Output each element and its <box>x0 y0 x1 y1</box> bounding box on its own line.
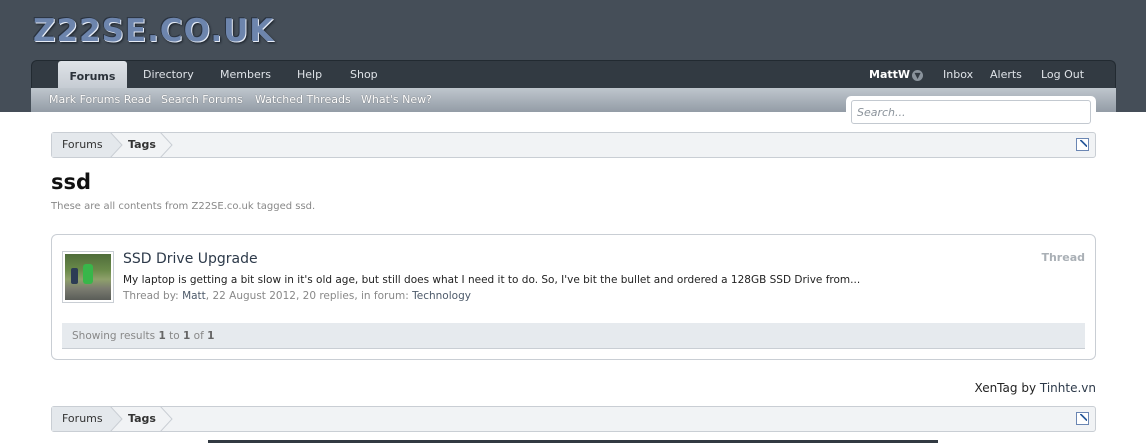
search-container <box>846 96 1096 128</box>
meta-prefix: Thread by: <box>123 290 179 302</box>
results-to: 1 <box>182 330 191 342</box>
search-results: SSD Drive Upgrade Thread My laptop is ge… <box>51 234 1096 360</box>
mark-forums-read-link[interactable]: Mark Forums Read <box>49 88 151 112</box>
author-link[interactable]: Matt <box>182 290 206 302</box>
avatar-figure <box>71 268 78 284</box>
result-title-link[interactable]: SSD Drive Upgrade <box>123 251 258 267</box>
meta-details: , 22 August 2012, 20 replies, in forum: <box>205 290 409 302</box>
breadcrumb-separator-icon <box>160 132 173 158</box>
results-from: 1 <box>158 330 166 342</box>
breadcrumb-bottom: Forums Tags <box>51 406 1096 432</box>
credit-by: by <box>1021 381 1037 395</box>
forum-link[interactable]: Technology <box>412 290 471 302</box>
tab-directory[interactable]: Directory <box>143 61 194 89</box>
tab-shop[interactable]: Shop <box>350 61 378 89</box>
site-logo[interactable]: Z22SE.CO.UK <box>33 13 274 49</box>
tab-help[interactable]: Help <box>297 61 322 89</box>
breadcrumb-forums[interactable]: Forums <box>52 133 112 157</box>
breadcrumb-tags[interactable]: Tags <box>128 133 156 157</box>
jump-to-icon[interactable] <box>1076 138 1089 151</box>
xentag-name: XenTag <box>974 381 1018 395</box>
tab-forums[interactable]: Forums <box>58 61 127 89</box>
user-menu[interactable]: MattW ▼ <box>869 61 924 89</box>
alerts-link[interactable]: Alerts <box>990 61 1022 89</box>
breadcrumb-separator-icon <box>110 406 123 432</box>
whats-new-link[interactable]: What's New? <box>361 88 432 112</box>
tinhte-link[interactable]: Tinhte.vn <box>1040 381 1096 395</box>
page-title: ssd <box>51 170 92 194</box>
search-forums-link[interactable]: Search Forums <box>161 88 243 112</box>
results-count: Showing results 1 to 1 of 1 <box>62 323 1085 349</box>
tab-members[interactable]: Members <box>220 61 271 89</box>
jump-to-icon[interactable] <box>1076 412 1089 425</box>
logout-link[interactable]: Log Out <box>1041 61 1084 89</box>
page-description: These are all contents from Z22SE.co.uk … <box>51 201 316 212</box>
watched-threads-link[interactable]: Watched Threads <box>255 88 351 112</box>
avatar-image <box>65 254 111 300</box>
breadcrumb-separator-icon <box>160 406 173 432</box>
breadcrumb-separator-icon <box>110 132 123 158</box>
content-type-label: Thread <box>1041 251 1085 264</box>
username: MattW <box>869 68 911 81</box>
search-input[interactable] <box>851 100 1091 124</box>
results-to-word: to <box>169 330 180 342</box>
results-count-prefix: Showing results <box>72 330 156 342</box>
breadcrumb-forums[interactable]: Forums <box>52 407 112 431</box>
results-total: 1 <box>207 330 215 342</box>
xentag-credit: XenTag by Tinhte.vn <box>975 381 1096 395</box>
chevron-down-icon: ▼ <box>912 69 924 81</box>
breadcrumb-tags[interactable]: Tags <box>128 407 156 431</box>
breadcrumb: Forums Tags <box>51 132 1096 158</box>
avatar[interactable] <box>62 251 114 303</box>
result-snippet: My laptop is getting a bit slow in it's … <box>123 274 861 286</box>
avatar-figure <box>83 264 93 284</box>
inbox-link[interactable]: Inbox <box>943 61 973 89</box>
main-navigation: Forums Directory Members Help Shop MattW… <box>31 60 1116 89</box>
results-of-word: of <box>193 330 204 342</box>
result-meta: Thread by: Matt, 22 August 2012, 20 repl… <box>123 290 471 302</box>
